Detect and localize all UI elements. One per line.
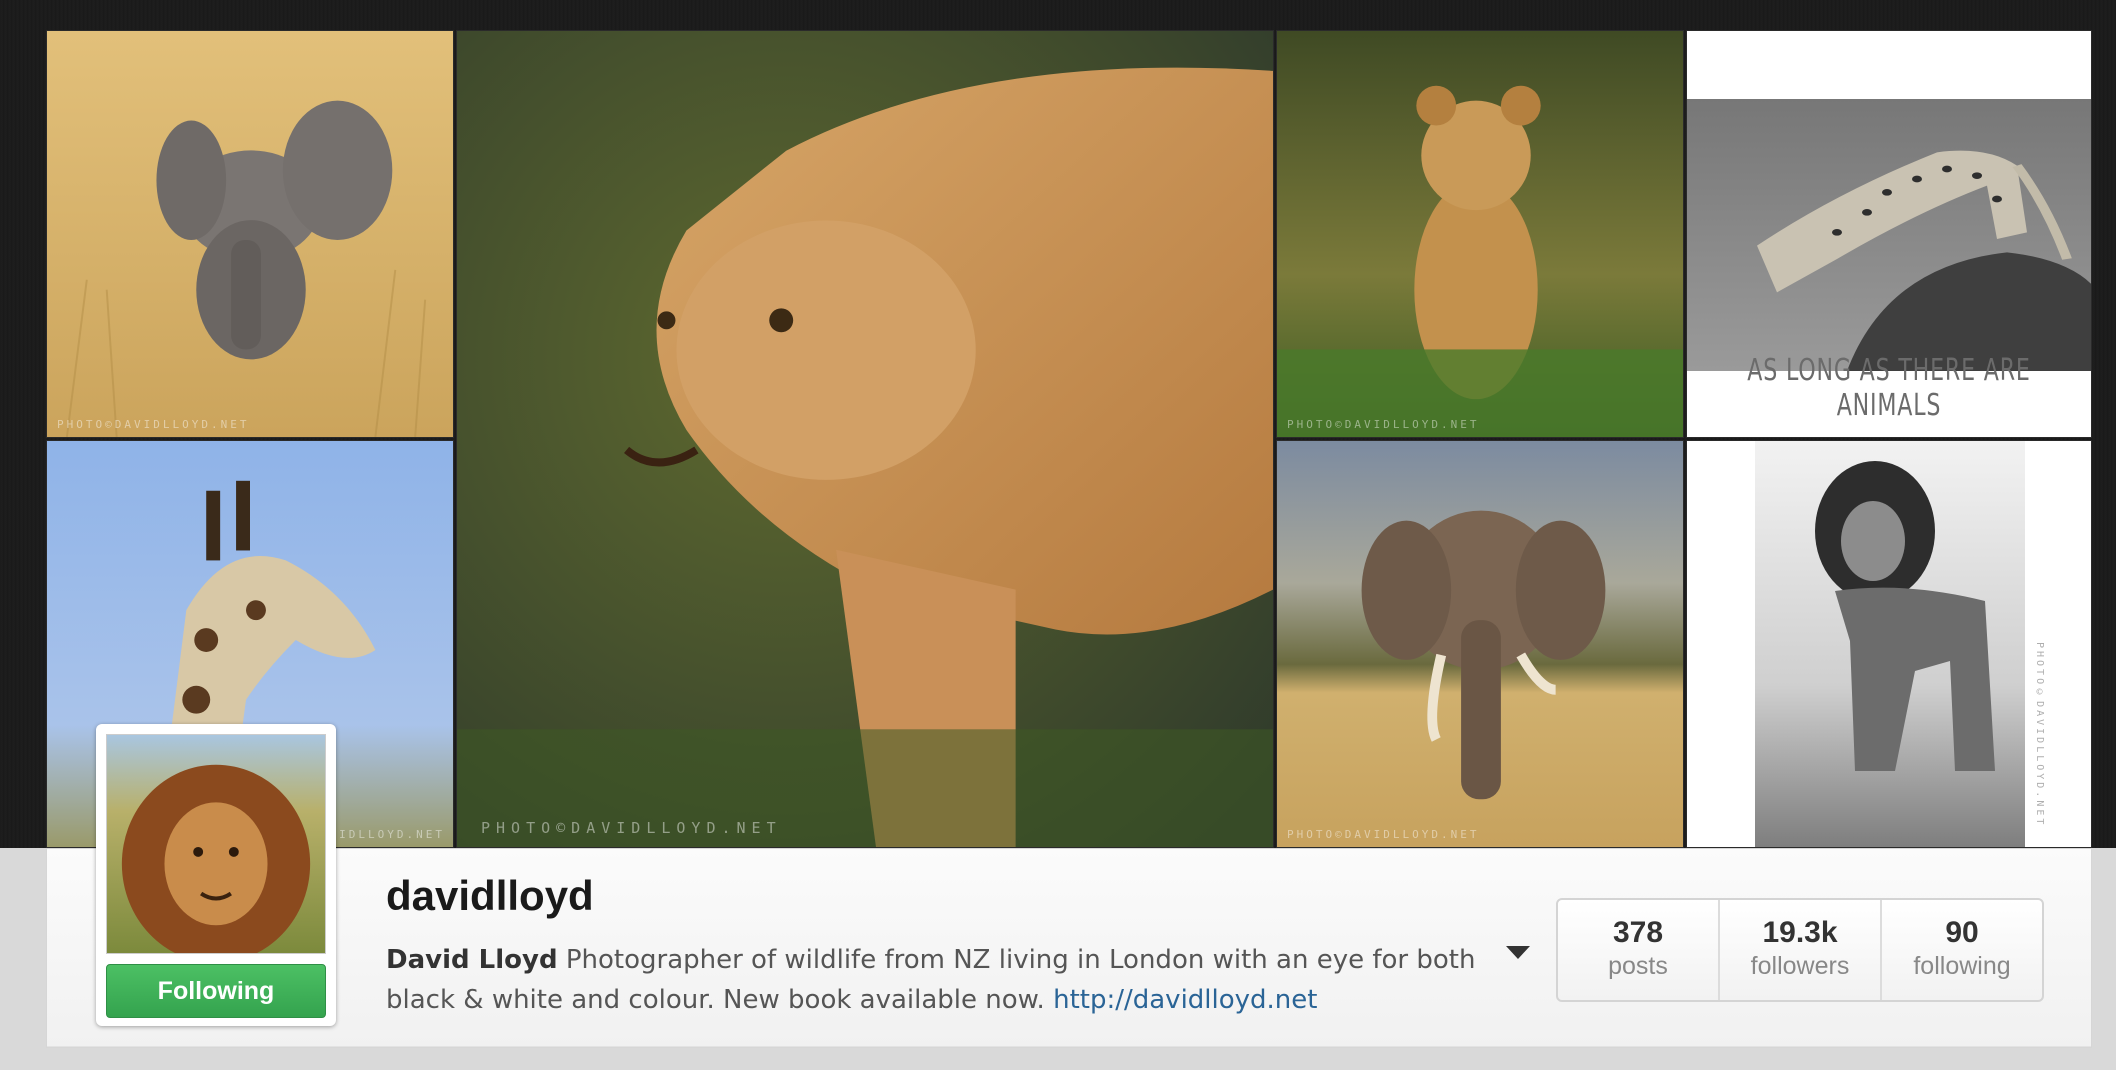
avatar-card: Following [96,724,336,1026]
stat-followers[interactable]: 19.3k followers [1718,900,1880,1000]
profile-stats: 378 posts 19.3k followers 90 following [1556,898,2044,1002]
photo-cheetah[interactable]: AS LONG AS THERE ARE ANIMALS [1686,30,2092,438]
photo-watermark: PHOTO©DAVIDLLOYD.NET [57,418,250,431]
stat-value: 378 [1612,916,1664,949]
photo-elephant[interactable]: PHOTO©DAVIDLLOYD.NET [1276,440,1684,848]
photo-watermark: PHOTO©DAVIDLLOYD.NET [2034,641,2045,827]
stat-value: 19.3k [1762,916,1838,949]
photo-baby-elephant[interactable]: PHOTO©DAVIDLLOYD.NET [46,30,454,438]
photo-grid: PHOTO©DAVIDLLOYD.NET PHOTO©DAVIDLLOYD.NE… [46,30,2092,848]
photo-watermark: PHOTO©DAVIDLLOYD.NET [1287,828,1480,841]
photo-lioness[interactable]: PHOTO©DAVIDLLOYD.NET [456,30,1274,848]
profile-username: davidlloyd [386,872,594,919]
stat-label: following [1913,952,2011,980]
following-button[interactable]: Following [106,964,326,1018]
photo-watermark: PHOTO©DAVIDLLOYD.NET [481,819,782,837]
photo-lion-bw[interactable]: PHOTO©DAVIDLLOYD.NET [1686,440,2092,848]
avatar[interactable] [106,734,326,954]
profile-full-name: David Lloyd [386,945,558,975]
stat-value: 90 [1945,916,1979,949]
photo-watermark: PHOTO©DAVIDLLOYD.NET [1287,418,1480,431]
profile-website-link[interactable]: http://davidlloyd.net [1053,985,1317,1015]
stat-following[interactable]: 90 following [1880,900,2042,1000]
stat-posts[interactable]: 378 posts [1558,900,1718,1000]
profile-bio: David Lloyd Photographer of wildlife fro… [386,940,1506,1020]
divider [47,1046,2091,1047]
caret-down-icon[interactable] [1506,946,1530,959]
photo-lion-cub[interactable]: PHOTO©DAVIDLLOYD.NET [1276,30,1684,438]
photo-caption: AS LONG AS THERE ARE ANIMALS [1747,353,2031,423]
stat-label: posts [1608,952,1668,980]
stat-label: followers [1750,952,1850,980]
